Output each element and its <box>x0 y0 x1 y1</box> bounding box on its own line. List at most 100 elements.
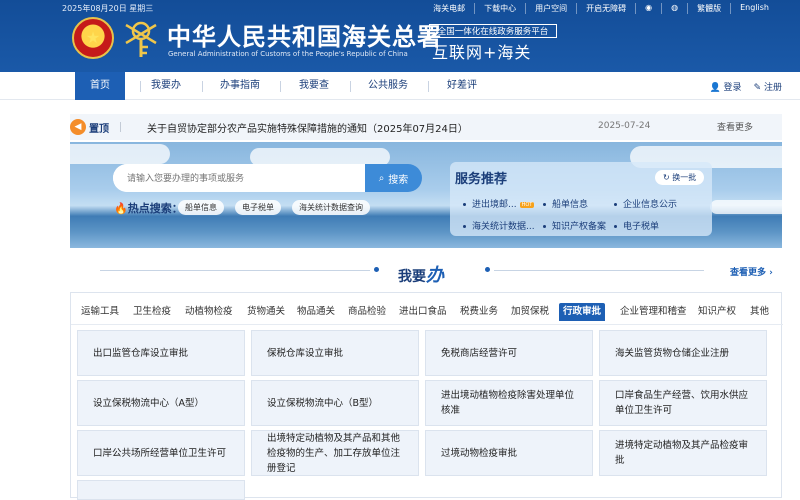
wechat-icon[interactable]: ◍ <box>662 3 689 14</box>
category-panel: 运输工具 卫生检疫 动植物检疫 货物通关 物品通关 商品检验 进出口食品 税费业… <box>70 292 783 500</box>
service-card[interactable]: 海关监管货物仓储企业注册 <box>599 330 767 376</box>
search-banner: ⌕ 搜索 🔥热点搜索： 船单信息 电子税单 海关统计数据查询 服务推荐 ↻ 换一… <box>70 142 782 248</box>
cloud-decoration <box>710 200 782 214</box>
service-card[interactable]: 进出境动植物检疫除害处理单位核准 <box>425 380 593 426</box>
nav-item-todo[interactable]: 我要办 <box>140 72 192 100</box>
refresh-button[interactable]: ↻ 换一批 <box>655 170 705 185</box>
todo-section-heading: 我要办 查看更多 › <box>0 258 800 287</box>
tab-admin-approval[interactable]: 行政审批 <box>559 303 606 321</box>
service-title: 服务推荐 <box>455 172 508 187</box>
search-button-label: 搜索 <box>388 174 409 186</box>
service-card[interactable]: 出口监管仓库设立审批 <box>77 330 245 376</box>
tab-ip[interactable]: 知识产权 <box>698 303 736 321</box>
top-link-traditional[interactable]: 繁體版 <box>688 3 732 14</box>
site-subtitle: General Administration of Customs of the… <box>168 50 408 58</box>
service-item[interactable]: 船单信息 <box>543 197 588 210</box>
login-label: 登录 <box>723 83 742 93</box>
nav-item-public-service[interactable]: 公共服务 <box>358 72 418 100</box>
nav-item-guide[interactable]: 办事指南 <box>210 72 270 100</box>
nav-divider <box>428 81 429 92</box>
platform-slogan: 互联网+海关 <box>432 43 532 62</box>
service-card[interactable]: 出境特定动植物及其产品和其他检疫物的生产、加工存放单位注册登记 <box>251 430 419 476</box>
todo-title-prefix: 我要 <box>398 269 426 285</box>
todo-more-link[interactable]: 查看更多 › <box>730 265 773 278</box>
notice-link[interactable]: 关于自贸协定部分农产品实施特殊保障措施的通知（2025年07月24日） <box>147 120 468 135</box>
edit-icon: ✎ <box>753 83 762 93</box>
service-item[interactable]: 进出境邮... HOT <box>463 197 535 210</box>
nav-item-home[interactable]: 首页 <box>75 72 125 100</box>
tab-enterprise-audit[interactable]: 企业管理和稽查 <box>620 303 687 321</box>
service-card[interactable]: 保税仓库设立审批 <box>251 330 419 376</box>
hot-search-text: 热点搜索： <box>127 202 183 215</box>
hot-badge: HOT <box>519 201 535 208</box>
platform-label: 全国一体化在线政务服务平台 <box>429 24 557 38</box>
tab-other[interactable]: 其他 <box>750 303 769 321</box>
nav-divider <box>350 81 351 92</box>
tab-bonded[interactable]: 加贸保税 <box>511 303 549 321</box>
login-link[interactable]: 👤 登录 <box>709 80 741 93</box>
hot-tag[interactable]: 海关统计数据查询 <box>292 200 370 215</box>
tab-health-quarantine[interactable]: 卫生检疫 <box>133 303 171 321</box>
hot-tag[interactable]: 电子税单 <box>235 200 281 215</box>
tab-food[interactable]: 进出口食品 <box>399 303 447 321</box>
nav-item-rating[interactable]: 好差评 <box>436 72 488 100</box>
top-link-download[interactable]: 下载中心 <box>475 3 527 14</box>
category-tabs: 运输工具 卫生检疫 动植物检疫 货物通关 物品通关 商品检验 进出口食品 税费业… <box>71 293 783 325</box>
service-item[interactable]: 电子税单 <box>614 219 659 232</box>
heading-dot <box>374 267 379 272</box>
hot-tag[interactable]: 船单信息 <box>178 200 224 215</box>
service-card[interactable]: 设立保税物流中心（A型） <box>77 380 245 426</box>
pinned-notice-bar: ◀ 置顶 关于自贸协定部分农产品实施特殊保障措施的通知（2025年07月24日）… <box>70 114 782 140</box>
site-title[interactable]: 中华人民共和国海关总署 <box>167 17 442 52</box>
notice-date: 2025-07-24 <box>598 121 651 131</box>
notice-tag: 置顶 <box>89 124 109 135</box>
service-recommend-panel: 服务推荐 ↻ 换一批 进出境邮... HOT 船单信息 企业信息公示 海关统计数据… <box>450 162 712 236</box>
service-card-partial[interactable] <box>77 480 245 500</box>
service-item-label: 进出境邮... <box>472 200 517 210</box>
top-links: 海关电邮 下载中心 用户空间 开启无障碍 ◉ ◍ 繁體版 English <box>424 3 778 14</box>
tab-commodity-inspection[interactable]: 商品检验 <box>348 303 386 321</box>
service-card[interactable]: 设立保税物流中心（B型） <box>251 380 419 426</box>
service-item[interactable]: 海关统计数据... <box>463 219 535 232</box>
service-card[interactable]: 口岸食品生产经营、饮用水供应单位卫生许可 <box>599 380 767 426</box>
nav-divider <box>280 81 281 92</box>
tab-articles-clearance[interactable]: 物品通关 <box>297 303 335 321</box>
weibo-icon[interactable]: ◉ <box>636 3 663 14</box>
chevron-right-icon: › <box>769 268 773 278</box>
service-card[interactable]: 免税商店经营许可 <box>425 330 593 376</box>
service-item[interactable]: 知识产权备案 <box>543 219 606 232</box>
top-link-user-space[interactable]: 用户空间 <box>526 3 578 14</box>
tab-plant-animal-quarantine[interactable]: 动植物检疫 <box>185 303 233 321</box>
register-label: 注册 <box>763 83 782 93</box>
tab-goods-clearance[interactable]: 货物通关 <box>247 303 285 321</box>
notice-more-link[interactable]: 查看更多 <box>717 120 753 133</box>
tab-transport[interactable]: 运输工具 <box>81 303 119 321</box>
todo-title-emph: 办 <box>426 265 444 286</box>
tab-tax[interactable]: 税费业务 <box>460 303 498 321</box>
search-input[interactable] <box>113 164 365 192</box>
top-link-accessibility[interactable]: 开启无障碍 <box>577 3 637 14</box>
top-link-email[interactable]: 海关电邮 <box>424 3 476 14</box>
notice-divider <box>120 122 121 132</box>
service-card[interactable]: 口岸公共场所经营单位卫生许可 <box>77 430 245 476</box>
hot-search-label: 🔥热点搜索： <box>114 200 183 216</box>
service-card[interactable]: 过境动物检疫审批 <box>425 430 593 476</box>
cloud-decoration <box>70 144 170 164</box>
heading-rule <box>494 270 704 271</box>
auth-links: 👤 登录 ✎ 注册 <box>709 80 782 93</box>
speaker-icon: ◀ <box>70 119 86 135</box>
top-link-english[interactable]: English <box>731 3 778 14</box>
search-icon: ⌕ <box>378 172 385 184</box>
refresh-label: 换一批 <box>672 173 697 182</box>
service-card[interactable]: 进境特定动植物及其产品检疫审批 <box>599 430 767 476</box>
todo-title: 我要办 <box>398 261 444 287</box>
service-item[interactable]: 企业信息公示 <box>614 197 677 210</box>
customs-logo-icon <box>122 17 160 59</box>
user-icon: 👤 <box>709 83 721 93</box>
register-link[interactable]: ✎ 注册 <box>754 80 782 93</box>
search-button[interactable]: ⌕ 搜索 <box>365 164 422 192</box>
heading-dot <box>485 267 490 272</box>
national-emblem-icon: ★ <box>72 17 114 59</box>
search-box <box>113 164 365 192</box>
nav-item-query[interactable]: 我要查 <box>288 72 340 100</box>
